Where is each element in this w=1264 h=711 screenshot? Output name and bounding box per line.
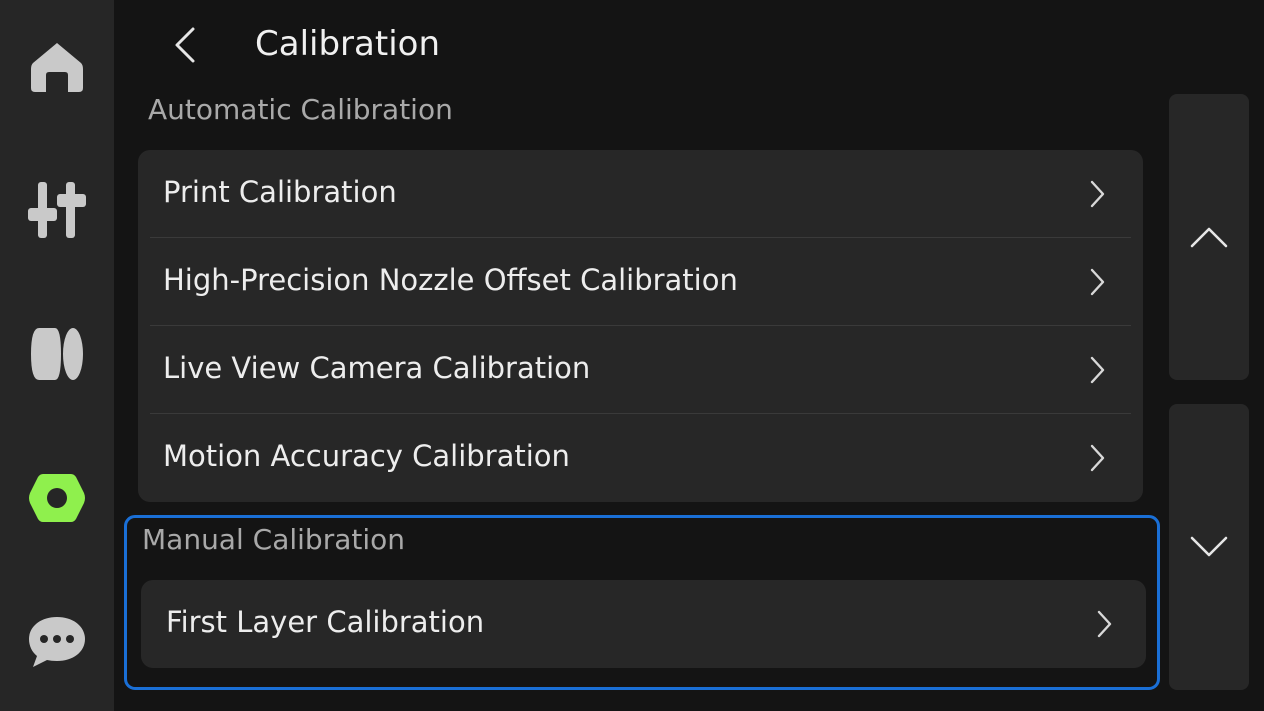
manual-calibration-heading: Manual Calibration — [142, 523, 405, 556]
print-calibration-item[interactable]: Print Calibration — [150, 150, 1131, 238]
chevron-right-icon — [1090, 180, 1105, 208]
back-button[interactable] — [160, 20, 210, 70]
sidebar — [0, 0, 114, 711]
list-item-label: First Layer Calibration — [166, 605, 485, 639]
first-layer-calibration-item[interactable]: First Layer Calibration — [141, 580, 1146, 668]
chat-bubble-icon — [29, 617, 85, 667]
scroll-up-button[interactable] — [1169, 94, 1249, 380]
chevron-up-icon — [1190, 227, 1228, 248]
scroll-down-button[interactable] — [1169, 404, 1249, 690]
chevron-down-icon — [1190, 536, 1228, 557]
chevron-right-icon — [1090, 444, 1105, 472]
sidebar-item-home[interactable] — [0, 6, 114, 126]
chevron-right-icon — [1090, 356, 1105, 384]
chevron-left-icon — [175, 27, 195, 63]
filament-spool-icon — [31, 328, 83, 380]
sidebar-item-controls[interactable] — [0, 150, 114, 270]
page-title: Calibration — [255, 24, 440, 64]
manual-calibration-section: Manual Calibration First Layer Calibrati… — [124, 515, 1160, 690]
list-item-label: High-Precision Nozzle Offset Calibration — [163, 263, 738, 297]
home-icon — [31, 43, 83, 92]
hex-nut-settings-icon — [29, 474, 85, 522]
automatic-calibration-list: Print Calibration High-Precision Nozzle … — [138, 150, 1143, 502]
nozzle-offset-calibration-item[interactable]: High-Precision Nozzle Offset Calibration — [150, 238, 1131, 326]
chevron-right-icon — [1090, 268, 1105, 296]
sidebar-item-settings[interactable] — [0, 438, 114, 558]
sliders-icon — [28, 182, 86, 238]
list-item-label: Motion Accuracy Calibration — [163, 439, 570, 473]
sidebar-item-filament[interactable] — [0, 294, 114, 414]
list-item-label: Print Calibration — [163, 175, 397, 209]
motion-accuracy-calibration-item[interactable]: Motion Accuracy Calibration — [150, 414, 1131, 502]
live-view-camera-calibration-item[interactable]: Live View Camera Calibration — [150, 326, 1131, 414]
chevron-right-icon — [1097, 610, 1112, 638]
automatic-calibration-heading: Automatic Calibration — [148, 93, 453, 126]
list-item-label: Live View Camera Calibration — [163, 351, 591, 385]
sidebar-item-messages[interactable] — [0, 582, 114, 702]
